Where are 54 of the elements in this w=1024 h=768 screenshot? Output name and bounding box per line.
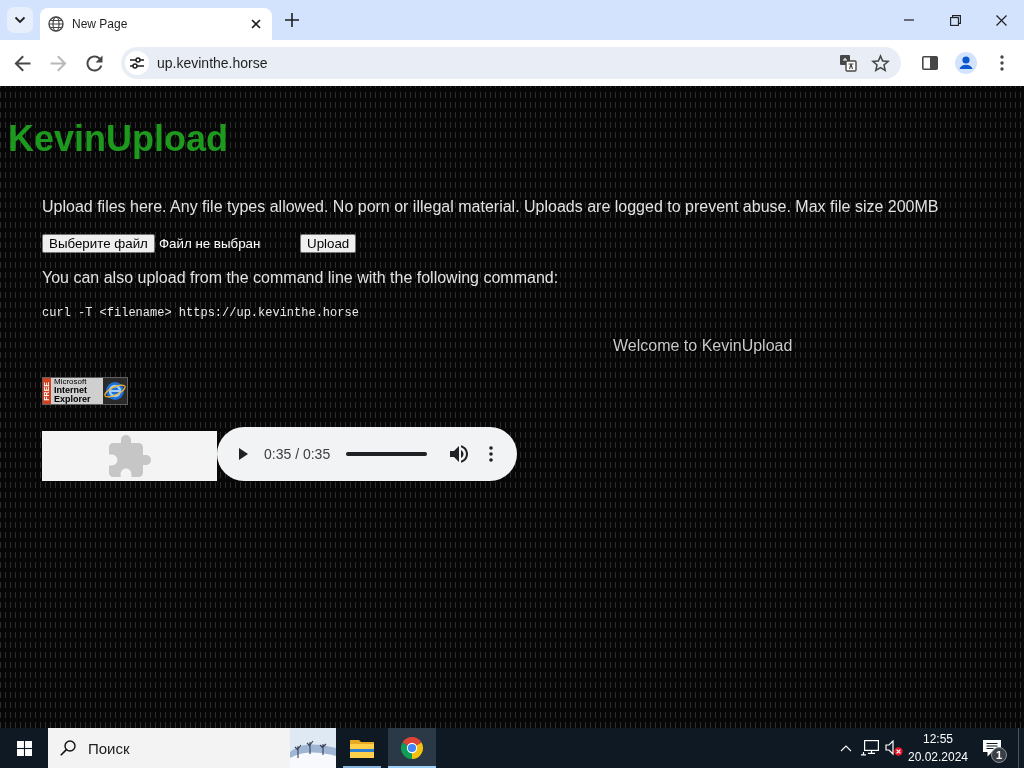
- browser-tab[interactable]: New Page: [40, 8, 272, 40]
- puzzle-icon: [108, 435, 151, 477]
- url-text: up.kevinthe.horse: [157, 55, 268, 71]
- seek-bar[interactable]: [346, 452, 428, 456]
- cli-note: You can also upload from the command line with the following command:: [42, 269, 559, 287]
- curl-command: curl -T <filename> https://up.kevinthe.horse: [42, 306, 359, 321]
- more-vertical-icon: [1000, 55, 1004, 71]
- avatar-icon: [955, 52, 977, 74]
- orbit-logo-icon: [103, 378, 127, 404]
- file-status-text: Файл не выбран: [158, 236, 261, 251]
- speaker-icon: [450, 445, 469, 463]
- notifications-button[interactable]: 1: [974, 728, 1010, 768]
- clock-date: 20.02.2024: [907, 749, 969, 766]
- arrow-left-icon: [13, 54, 31, 72]
- browser-button[interactable]: [388, 728, 436, 768]
- chrome-logo-icon: [400, 736, 424, 760]
- arrow-right-icon: [49, 54, 67, 72]
- search-input[interactable]: Поиск: [88, 739, 290, 757]
- site-info-button[interactable]: [125, 51, 149, 75]
- tab-search-button[interactable]: [7, 7, 33, 33]
- close-icon: [995, 14, 1007, 26]
- clock-time: 12:55: [923, 731, 953, 748]
- sliders-icon: [130, 57, 144, 69]
- windows-logo-icon: [16, 740, 32, 756]
- search-bar[interactable]: Поиск: [48, 728, 336, 768]
- close-icon: [251, 19, 261, 29]
- winter-landscape-drawing: [290, 728, 336, 768]
- address-bar[interactable]: up.kevinthe.horse: [121, 47, 901, 79]
- chevron-up-icon: [840, 744, 852, 752]
- star-icon: [870, 54, 890, 72]
- minimize-icon: [904, 19, 914, 21]
- badge-text: Microsoft: [54, 378, 87, 386]
- more-vertical-icon: [489, 446, 494, 462]
- folder-icon: [350, 738, 374, 758]
- reload-icon: [85, 54, 103, 72]
- welcome-text: Welcome to KevinUpload: [613, 337, 793, 355]
- volume-muted-icon: [885, 740, 903, 756]
- search-icon: [60, 740, 76, 756]
- choose-file-button[interactable]: Выберите файл: [42, 234, 155, 253]
- translate-icon: [839, 54, 857, 72]
- intro-text: Upload files here. Any file types allowed. No porn or illegal material. Uploads are logged to prevent abuse. Max file size 200MB: [42, 198, 939, 216]
- play-icon: [238, 448, 248, 460]
- notification-count: 1: [991, 747, 1007, 763]
- network-icon: [861, 740, 879, 756]
- time-display: 0:35 / 0:35: [264, 446, 331, 462]
- upload-button[interactable]: Upload: [300, 234, 357, 253]
- chevron-down-icon: [14, 16, 26, 24]
- restore-icon: [949, 14, 961, 26]
- badge-text: Explorer: [54, 395, 91, 404]
- site-title: KevinUpload: [8, 119, 229, 159]
- plus-icon: [285, 13, 299, 27]
- badge-text: Internet: [54, 386, 87, 395]
- side-panel-icon: [922, 56, 938, 70]
- globe-icon: [48, 16, 64, 32]
